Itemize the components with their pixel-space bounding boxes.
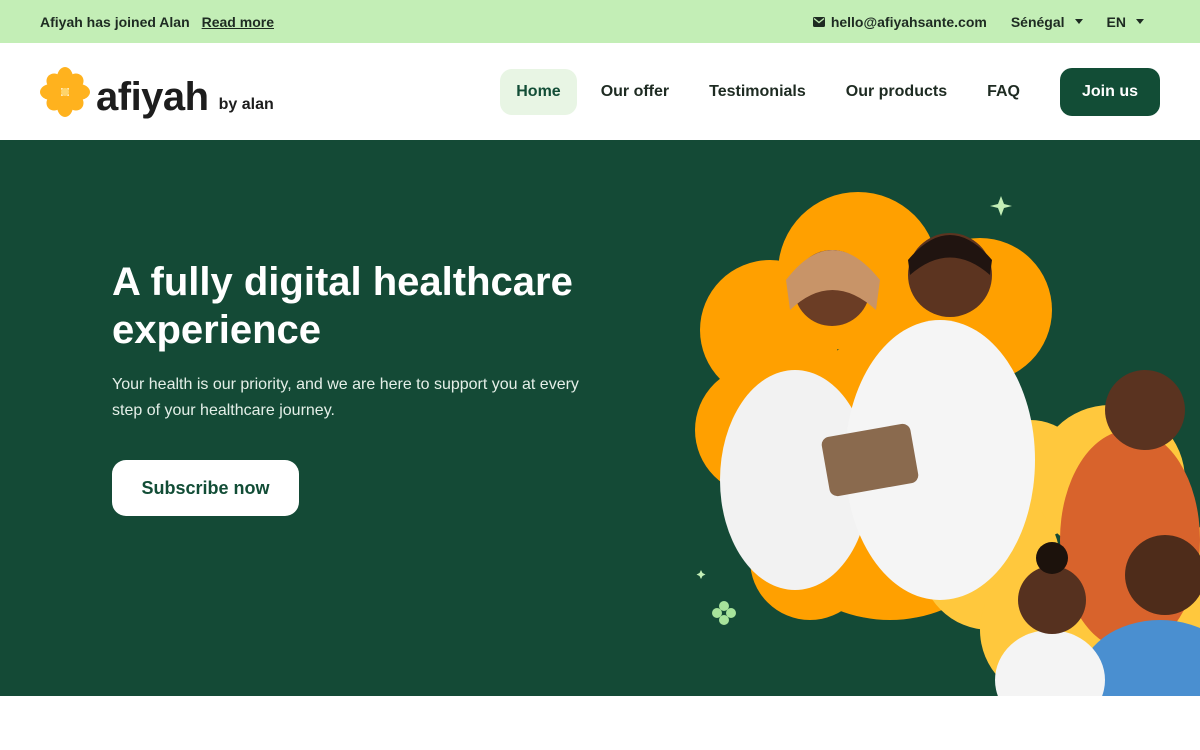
nav-testimonials[interactable]: Testimonials [689,69,826,115]
hero-illustration [695,192,1200,696]
clover-icon [712,601,736,625]
nav-our-offer[interactable]: Our offer [581,69,689,115]
site-header: afiyah by alan Home Our offer Testimonia… [0,43,1200,140]
read-more-link[interactable]: Read more [202,14,274,30]
announcement-bar: Afiyah has joined Alan Read more hello@a… [0,0,1200,43]
country-label: Sénégal [1010,13,1065,30]
nav-home[interactable]: Home [500,68,577,115]
chevron-down-icon [1136,19,1144,24]
email-link[interactable]: hello@afiyahsante.com [812,13,987,30]
main-nav: Home Our offer Testimonials Our products… [500,67,1160,116]
announcement-text: Afiyah has joined Alan [40,13,190,30]
hero-subtitle: Your health is our priority, and we are … [112,376,579,419]
hero-title: A fully digital healthcare experience [112,260,573,352]
topbar-utilities: hello@afiyahsante.com Sénégal EN [812,13,1144,30]
subscribe-button[interactable]: Subscribe now [112,460,299,516]
language-label: EN [1106,13,1126,30]
nav-our-products[interactable]: Our products [826,69,967,115]
email-text: hello@afiyahsante.com [830,13,987,30]
sparkle-icon [696,570,706,579]
logo[interactable]: afiyah by alan [40,66,274,119]
language-selector[interactable]: EN [1107,14,1144,30]
logo-wordmark: afiyah [96,74,209,119]
logo-tagline: by alan [218,95,274,113]
sparkle-icon [990,196,1012,216]
country-selector[interactable]: Sénégal [1011,14,1083,30]
join-us-button[interactable]: Join us [1060,67,1160,116]
flower-icon [40,66,90,117]
announcement: Afiyah has joined Alan Read more [40,14,274,30]
chevron-down-icon [1074,19,1083,24]
nav-faq[interactable]: FAQ [967,69,1040,115]
envelope-icon [812,16,825,27]
hero-section: A fully digital healthcare experience Yo… [0,140,1200,696]
